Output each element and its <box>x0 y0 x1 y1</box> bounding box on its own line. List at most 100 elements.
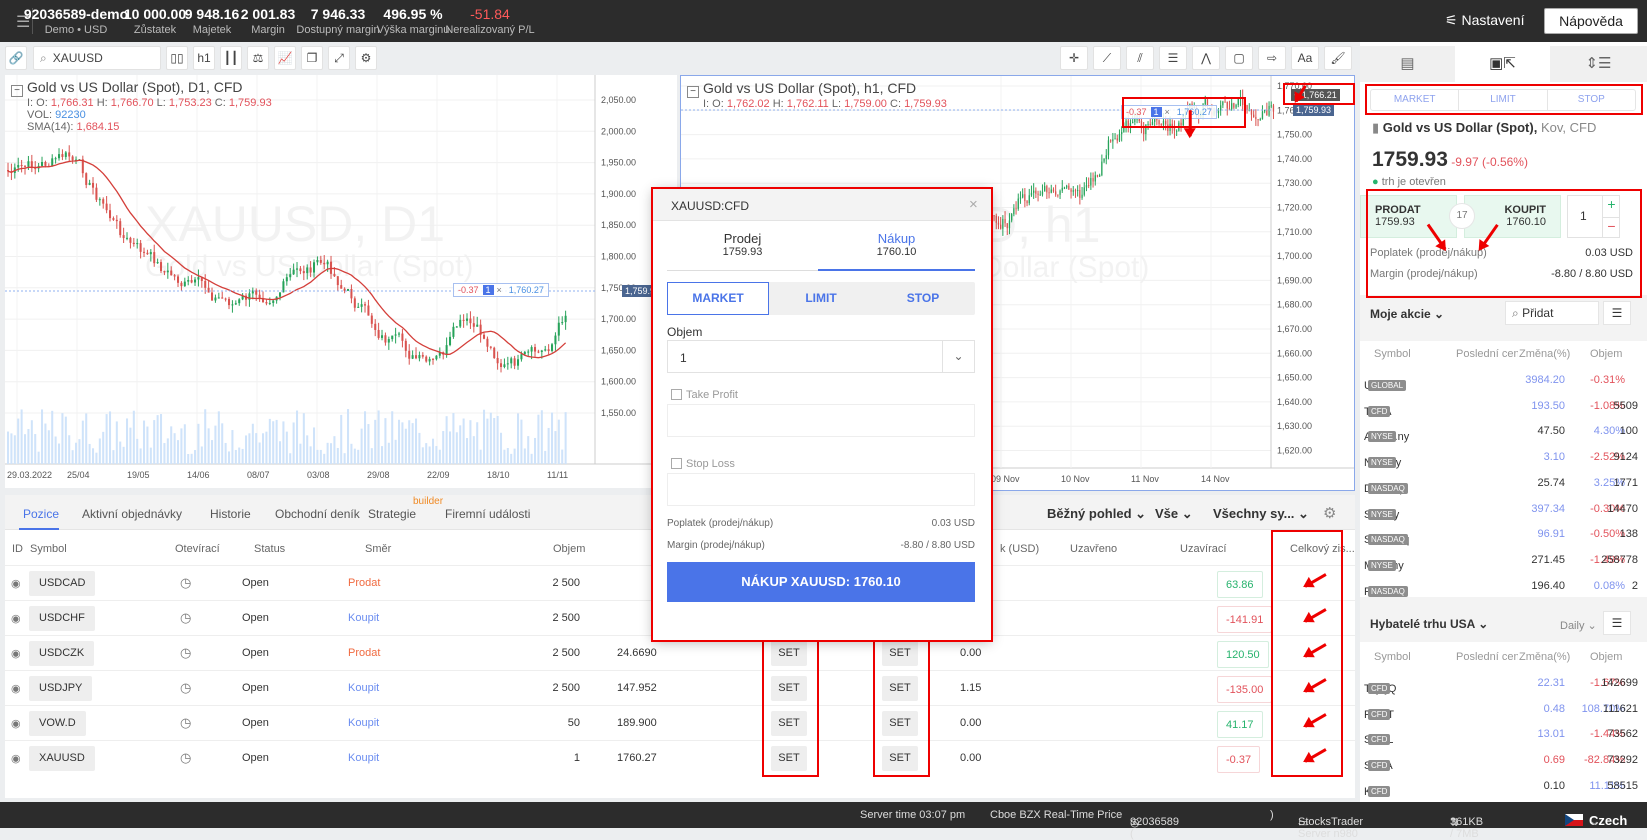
tab-trade-icon[interactable]: ▣⇱ <box>1455 46 1550 82</box>
watchlist-add-input[interactable]: ⌕ Přidat <box>1505 301 1599 325</box>
eye-icon[interactable]: ◉ <box>11 612 21 625</box>
symbol-button[interactable]: USDJPY <box>29 676 93 701</box>
col-change[interactable]: Změna(%) <box>1519 348 1570 360</box>
stop-loss-checkbox[interactable]: Stop Loss <box>671 458 735 470</box>
templates-icon[interactable]: ❐ <box>301 46 323 70</box>
tab-buy[interactable]: Nákup 1760.10 <box>818 231 975 271</box>
tab-sell[interactable]: Prodej 1759.93 <box>667 231 818 271</box>
watchlist-row[interactable]: TSLACFD193.50-1.08%5509 <box>1360 394 1647 420</box>
multi-line-icon[interactable]: ⫽ <box>1126 46 1154 70</box>
symbol-button[interactable]: USDCZK <box>29 641 95 666</box>
eye-icon[interactable]: ◉ <box>11 752 21 765</box>
quantity-stepper[interactable]: 1 + − <box>1567 195 1620 238</box>
col-change[interactable]: Změna(%) <box>1519 651 1570 663</box>
link-icon[interactable]: 🔗 <box>5 46 27 70</box>
watchlist-row[interactable]: MCD.nyNYSE271.45-1.49%258778 <box>1360 548 1647 574</box>
set-take-profit-button[interactable]: SET <box>771 711 807 736</box>
order-type-stop[interactable]: STOP <box>1548 90 1635 110</box>
col-symbol[interactable]: Symbol <box>30 543 67 555</box>
tab-depth-icon[interactable]: ⇕☰ <box>1550 46 1647 82</box>
timeframe-button[interactable]: h1 <box>193 46 215 70</box>
hamburger-menu-icon[interactable]: ☰ <box>1603 301 1631 325</box>
symbol-button[interactable]: USDCHF <box>29 606 95 631</box>
col-volume[interactable]: Objem <box>1590 651 1622 663</box>
collapse-icon[interactable]: − <box>687 86 699 98</box>
eye-icon[interactable]: ◉ <box>11 682 21 695</box>
candles-icon[interactable]: ┃┃ <box>220 46 242 70</box>
watchlist-row[interactable]: AADR.nyNYSE47.504.30%100 <box>1360 419 1647 445</box>
col-direction[interactable]: Směr <box>365 543 391 555</box>
fullscreen-icon[interactable]: ⤢ <box>328 46 350 70</box>
rectangle-icon[interactable]: ▢ <box>1225 46 1253 70</box>
take-profit-input[interactable] <box>667 404 975 437</box>
col-profit[interactable]: k (USD) <box>1000 543 1039 555</box>
trend-line-icon[interactable]: ⟋ <box>1093 46 1121 70</box>
watchlist-row[interactable]: STSACFD0.69-82.84%73292 <box>1360 748 1647 774</box>
col-id[interactable]: ID <box>12 543 23 555</box>
symbol-button[interactable]: XAUUSD <box>29 746 95 771</box>
tab-info-icon[interactable]: ▤ <box>1360 46 1455 82</box>
watchlist-row[interactable]: NCZ.nyNYSE3.10-2.52%9124 <box>1360 445 1647 471</box>
help-button[interactable]: Nápověda <box>1544 8 1638 34</box>
watchlist-row[interactable]: TQQQCFD22.31-1.67%142699 <box>1360 671 1647 697</box>
watchlist-dropdown[interactable]: Moje akcie ⌄ <box>1370 307 1444 321</box>
order-type-market[interactable]: MARKET <box>1371 90 1460 110</box>
col-open-time[interactable]: Otevírací <box>175 543 220 555</box>
col-volume[interactable]: Objem <box>1590 348 1622 360</box>
table-row[interactable]: ◉ VOW.D ◷ Open Koupit 50 189.900 SET SET … <box>5 705 1355 740</box>
gear-icon[interactable]: ⚙ <box>355 46 377 70</box>
sell-button[interactable]: PRODAT 1759.93 <box>1360 195 1457 238</box>
minus-icon[interactable]: − <box>1602 217 1620 238</box>
col-last-price[interactable]: Poslední cen <box>1456 348 1518 360</box>
col-status[interactable]: Status <box>254 543 285 555</box>
arrow-icon[interactable]: ⇨ <box>1258 46 1286 70</box>
col-symbol[interactable]: Symbol <box>1374 651 1411 663</box>
eye-icon[interactable]: ◉ <box>11 577 21 590</box>
symbol-button[interactable]: VOW.D <box>29 711 86 736</box>
account-selector[interactable]: 92036589-demo Demo • USD <box>24 6 128 36</box>
plus-icon[interactable]: + <box>1602 196 1620 217</box>
table-row[interactable]: ◉ XAUUSD ◷ Open Koupit 1 1760.27 SET SET … <box>5 740 1355 775</box>
watchlist-row[interactable]: SOXLCFD13.01-1.44%73562 <box>1360 722 1647 748</box>
tab-strategy[interactable]: Strategie <box>368 507 416 521</box>
text-tool-button[interactable]: Aa <box>1291 46 1319 70</box>
col-closed[interactable]: Uzavřeno <box>1070 543 1117 555</box>
table-row[interactable]: ◉ USDJPY ◷ Open Koupit 2 500 147.952 SET… <box>5 670 1355 705</box>
filter-dropdown[interactable]: Vše ⌄ <box>1155 506 1193 522</box>
order-type-limit[interactable]: LIMIT <box>1459 90 1548 110</box>
pattern-icon[interactable]: ⋀ <box>1192 46 1220 70</box>
collapse-icon[interactable]: − <box>11 85 23 97</box>
gear-icon[interactable]: ⚙ <box>1323 504 1336 522</box>
set-stop-loss-button[interactable]: SET <box>882 676 918 701</box>
volume-select[interactable]: 1 ⌄ <box>667 340 975 373</box>
tab-positions[interactable]: Pozice <box>23 507 59 521</box>
watchlist-row[interactable]: SPY.nyNYSE397.34-0.30%14470 <box>1360 497 1647 523</box>
watchlist-row[interactable]: DAX.nqNASDAQ25.743.25%1771 <box>1360 471 1647 497</box>
layout-split-button[interactable]: ▯▯ <box>166 46 188 70</box>
brush-icon[interactable]: 🖌 <box>1324 46 1352 70</box>
tab-corporate-events[interactable]: Firemní události <box>445 507 530 521</box>
hamburger-menu-icon[interactable]: ☰ <box>1603 611 1631 635</box>
chart-d1[interactable]: XAUUSD, D1 Gold vs US Dollar (Spot) 2,05… <box>5 75 677 488</box>
watchlist-row[interactable]: KALCFD0.1011.11%58515 <box>1360 774 1647 800</box>
tab-journal[interactable]: Obchodní deník <box>275 507 360 521</box>
view-dropdown[interactable]: Běžný pohled ⌄ <box>1047 506 1146 522</box>
eye-icon[interactable]: ◉ <box>11 717 21 730</box>
stop-loss-input[interactable] <box>667 473 975 506</box>
watchlist-row[interactable]: US500GLOBAL3984.20-0.31% <box>1360 368 1647 394</box>
eye-icon[interactable]: ◉ <box>11 647 21 660</box>
movers-dropdown[interactable]: Hybatelé trhu USA ⌄ <box>1370 617 1488 631</box>
type-market[interactable]: MARKET <box>667 282 769 315</box>
compare-scale-icon[interactable]: ⚖ <box>247 46 269 70</box>
tab-active-orders[interactable]: Aktivní objednávky <box>82 507 182 521</box>
set-take-profit-button[interactable]: SET <box>771 676 807 701</box>
col-last-price[interactable]: Poslední cen <box>1456 651 1518 663</box>
type-stop[interactable]: STOP <box>872 282 974 315</box>
set-take-profit-button[interactable]: SET <box>771 746 807 771</box>
symbol-search[interactable]: ⌕ XAUUSD <box>33 46 161 70</box>
set-stop-loss-button[interactable]: SET <box>882 641 918 666</box>
set-stop-loss-button[interactable]: SET <box>882 746 918 771</box>
set-stop-loss-button[interactable]: SET <box>882 711 918 736</box>
col-volume[interactable]: Objem <box>553 543 585 555</box>
col-close-price[interactable]: Uzavírací <box>1180 543 1226 555</box>
